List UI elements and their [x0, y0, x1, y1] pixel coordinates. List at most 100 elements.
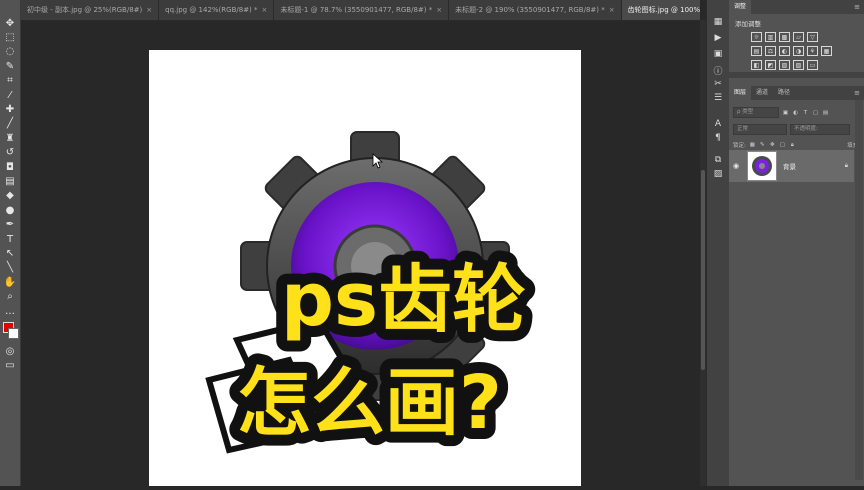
more-tools-icon[interactable]: …: [3, 304, 17, 318]
tab-adjustments[interactable]: 调整: [729, 0, 752, 14]
headline-line2: 怎么画?: [237, 360, 502, 446]
adjustment-icon[interactable]: ◩: [765, 60, 776, 70]
layers-menu-icon[interactable]: ≡: [854, 89, 864, 97]
tab-paths[interactable]: 路径: [773, 86, 795, 100]
hand-icon[interactable]: ✋: [3, 275, 17, 289]
properties-icon[interactable]: ☰: [712, 92, 724, 104]
layer-comps-icon[interactable]: ⧉: [712, 154, 724, 166]
play-icon[interactable]: ▶: [712, 32, 724, 44]
channels-icon[interactable]: ▨: [712, 168, 724, 180]
filter-type-icon[interactable]: T: [802, 109, 809, 116]
adjustment-icon[interactable]: ◐: [779, 46, 790, 56]
document-tab[interactable]: 初中级 - 副本.jpg @ 25%(RGB/8#) ×: [21, 0, 160, 20]
brush-settings-icon[interactable]: ✂: [712, 78, 724, 90]
quick-select-icon[interactable]: ✎: [3, 59, 17, 73]
document-tab[interactable]: 齿轮图标.jpg @ 100%(RGB/8)×: [621, 0, 700, 20]
color-panel-icon[interactable]: ▦: [712, 16, 724, 28]
layer-name: 背景: [783, 163, 796, 171]
close-tab-icon[interactable]: ×: [436, 0, 442, 20]
paragraph-icon[interactable]: ¶: [712, 132, 724, 144]
adjustment-icon[interactable]: ▧: [793, 60, 804, 70]
adjustment-icon[interactable]: ☼: [751, 32, 762, 42]
document-tab[interactable]: qq.jpg @ 142%(RGB/8#) * ×: [159, 0, 275, 20]
layer-thumbnail: [747, 151, 777, 181]
layers-scrollbar[interactable]: [855, 100, 863, 480]
document-tab[interactable]: 未标题-1 @ 78.7% (3550901477, RGB/8#) * ×: [274, 0, 450, 20]
lock-label: 锁定:: [733, 143, 746, 149]
close-tab-icon[interactable]: ×: [146, 0, 152, 20]
document-tab-label: 初中级 - 副本.jpg @ 25%(RGB/8#): [27, 6, 143, 14]
lasso-icon[interactable]: ◌: [3, 45, 17, 59]
adjustments-tab-bar: 调整 ≡: [729, 0, 864, 14]
adjustment-icon[interactable]: ▥: [765, 32, 776, 42]
healing-brush-icon[interactable]: ✚: [3, 102, 17, 116]
blend-mode-select[interactable]: 正常: [733, 124, 787, 135]
background-color-swatch[interactable]: [8, 328, 19, 339]
filter-shape-icon[interactable]: ▢: [812, 109, 819, 116]
stamp-icon[interactable]: ♜: [3, 131, 17, 145]
lock-transparent-icon[interactable]: ▦: [749, 142, 756, 149]
filter-adjust-icon[interactable]: ◐: [792, 109, 799, 116]
blur-icon[interactable]: ◆: [3, 189, 17, 203]
lock-all-icon[interactable]: 🔒︎: [789, 142, 796, 149]
crop-icon[interactable]: ⌗: [3, 74, 17, 88]
eyedropper-icon[interactable]: ⁄: [3, 88, 17, 102]
lock-move-icon[interactable]: ✥: [769, 142, 776, 149]
document-tab-label: 未标题-1 @ 78.7% (3550901477, RGB/8#) *: [280, 6, 433, 14]
eraser-icon[interactable]: ◘: [3, 160, 17, 174]
photoshop-window: ◎ ▭ ✥ ⬚ ◌ ✎ ⌗ ⁄ ✚ ╱ ♜ ↺ ◘ ▤ ◆ ● ✒ T ↖ ╲ ✋ ⌕… 初中级 - 副本.jpg @…: [0, 0, 864, 486]
adjustment-icon[interactable]: ▽: [807, 32, 818, 42]
adjustment-icon[interactable]: ▦: [821, 46, 832, 56]
document-tab-label: qq.jpg @ 142%(RGB/8#) *: [165, 6, 258, 14]
adjustment-icon[interactable]: ▩: [779, 32, 790, 42]
tool-bar: ◎ ▭ ✥ ⬚ ◌ ✎ ⌗ ⁄ ✚ ╱ ♜ ↺ ◘ ▤ ◆ ● ✒ T ↖ ╲ ✋ ⌕…: [0, 0, 21, 486]
panel-menu-icon[interactable]: ≡: [854, 3, 864, 11]
adjustment-icon[interactable]: ▱: [793, 32, 804, 42]
move-icon[interactable]: ✥: [3, 16, 17, 30]
tab-channels[interactable]: 通道: [751, 86, 773, 100]
close-tab-icon[interactable]: ×: [609, 0, 615, 20]
adjustment-icon[interactable]: ◑: [793, 46, 804, 56]
filter-pixel-icon[interactable]: ▣: [782, 109, 789, 116]
quick-mask-icon[interactable]: ◎: [3, 344, 17, 358]
adjustment-icon[interactable]: ◧: [751, 60, 762, 70]
document-tab-label: 未标题-2 @ 190% (3550901477, RGB/8#) *: [455, 6, 605, 14]
zoom-icon[interactable]: ⌕: [3, 290, 17, 304]
path-select-icon[interactable]: ↖: [3, 246, 17, 260]
layer-filter-input[interactable]: ρ 类型: [733, 107, 779, 118]
adjustment-icon[interactable]: ⚖: [765, 46, 776, 56]
close-tab-icon[interactable]: ×: [262, 0, 268, 20]
filter-smart-icon[interactable]: ▤: [822, 109, 829, 116]
line-tool-icon[interactable]: ╲: [3, 261, 17, 275]
right-panels: 调整 ≡ 添加调整 ☼ ▥ ▩ ▱ ▽ ▤ ⚖ ◐ ◑ ⚘ ▦ ◧ ◩ ▨ ▧ ▭ 图层 通道 路径 ≡ …: [729, 0, 864, 486]
adjustment-icon[interactable]: ⚘: [807, 46, 818, 56]
visibility-eye-icon[interactable]: ◉: [729, 162, 743, 170]
panel-icon-dock: ▦ ▶ ▣ ⓘ ✂ ☰ A ¶ ⧉ ▨: [706, 0, 730, 486]
tab-layers[interactable]: 图层: [729, 86, 752, 100]
layer-lock-icon: 🔒︎: [844, 162, 848, 169]
swatch-panel-icon[interactable]: ▣: [712, 48, 724, 60]
document-tab[interactable]: 未标题-2 @ 190% (3550901477, RGB/8#) * ×: [449, 0, 622, 20]
marquee-icon[interactable]: ⬚: [3, 30, 17, 44]
document-canvas[interactable]: ps齿轮 ps齿轮 怎么画? 怎么画?: [149, 50, 581, 486]
brush-icon[interactable]: ╱: [3, 117, 17, 131]
scrollbar-thumb[interactable]: [701, 170, 705, 370]
lock-paint-icon[interactable]: ✎: [759, 142, 766, 149]
adjustments-title: 添加调整: [735, 20, 761, 28]
layer-row-background[interactable]: ◉ 背景 🔒︎: [729, 150, 854, 182]
document-tab-bar: 初中级 - 副本.jpg @ 25%(RGB/8#) × qq.jpg @ 142%…: [21, 0, 700, 21]
dodge-icon[interactable]: ●: [3, 203, 17, 217]
type-icon[interactable]: T: [3, 232, 17, 246]
character-icon[interactable]: A: [712, 118, 724, 130]
adjustment-icon[interactable]: ▨: [779, 60, 790, 70]
info-icon[interactable]: ⓘ: [712, 64, 724, 77]
gradient-icon[interactable]: ▤: [3, 174, 17, 188]
opacity-field[interactable]: 不透明度:: [790, 124, 850, 135]
adjustment-icon[interactable]: ▭: [807, 60, 818, 70]
screen-mode-icon[interactable]: ▭: [3, 358, 17, 372]
history-brush-icon[interactable]: ↺: [3, 146, 17, 160]
lock-artboard-icon[interactable]: ▢: [779, 142, 786, 149]
pen-icon[interactable]: ✒: [3, 218, 17, 232]
adjustments-row-3: ◧ ◩ ▨ ▧ ▭: [729, 58, 864, 72]
adjustment-icon[interactable]: ▤: [751, 46, 762, 56]
